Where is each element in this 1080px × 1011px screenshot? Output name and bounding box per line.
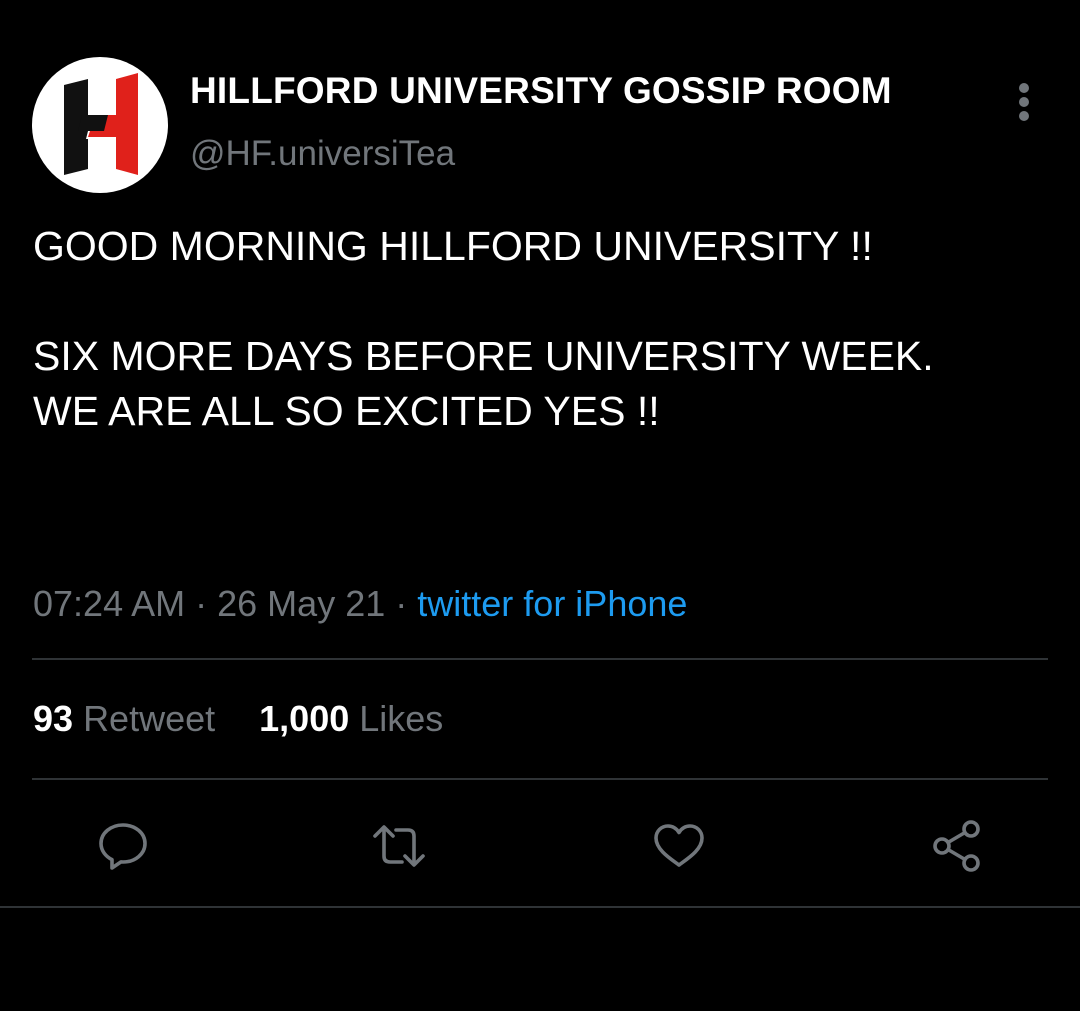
retweet-button[interactable] — [371, 818, 427, 874]
likes-count: 1,000 — [259, 698, 350, 739]
divider — [0, 906, 1080, 908]
tweet-text: GOOD MORNING HILLFORD UNIVERSITY !! SIX … — [33, 223, 934, 434]
tweet-meta: 07:24 AM · 26 May 21 · twitter for iPhon… — [33, 583, 687, 625]
tweet-detail: HILLFORD UNIVERSITY GOSSIP ROOM @HF.univ… — [0, 0, 1080, 1011]
meta-separator: · — [395, 583, 408, 624]
account-handle[interactable]: @HF.universiTea — [190, 134, 455, 174]
divider — [32, 778, 1048, 780]
reply-icon — [99, 823, 147, 870]
retweets-label: Retweet — [83, 698, 216, 739]
hillford-logo-icon — [64, 73, 138, 175]
avatar[interactable] — [32, 57, 168, 193]
tweet-date: 26 May 21 — [217, 583, 386, 624]
display-name[interactable]: HILLFORD UNIVERSITY GOSSIP ROOM — [190, 70, 892, 112]
meta-separator: · — [195, 583, 208, 624]
reply-button[interactable] — [95, 818, 151, 874]
share-icon — [933, 820, 980, 872]
heart-icon — [654, 824, 704, 867]
share-button[interactable] — [929, 818, 985, 874]
retweets-stat[interactable]: 93 Retweet — [33, 698, 215, 740]
tweet-actions — [0, 818, 1080, 874]
more-vertical-icon — [1019, 83, 1029, 121]
like-button[interactable] — [651, 818, 707, 874]
divider — [32, 658, 1048, 660]
tweet-stats: 93 Retweet 1,000 Likes — [33, 698, 443, 740]
retweets-count: 93 — [33, 698, 74, 739]
tweet-time: 07:24 AM — [33, 583, 186, 624]
retweet-icon — [373, 825, 425, 867]
likes-label: Likes — [359, 698, 444, 739]
tweet-source-link[interactable]: twitter for iPhone — [417, 583, 687, 624]
more-options-button[interactable] — [1004, 80, 1044, 124]
likes-stat[interactable]: 1,000 Likes — [259, 698, 443, 740]
